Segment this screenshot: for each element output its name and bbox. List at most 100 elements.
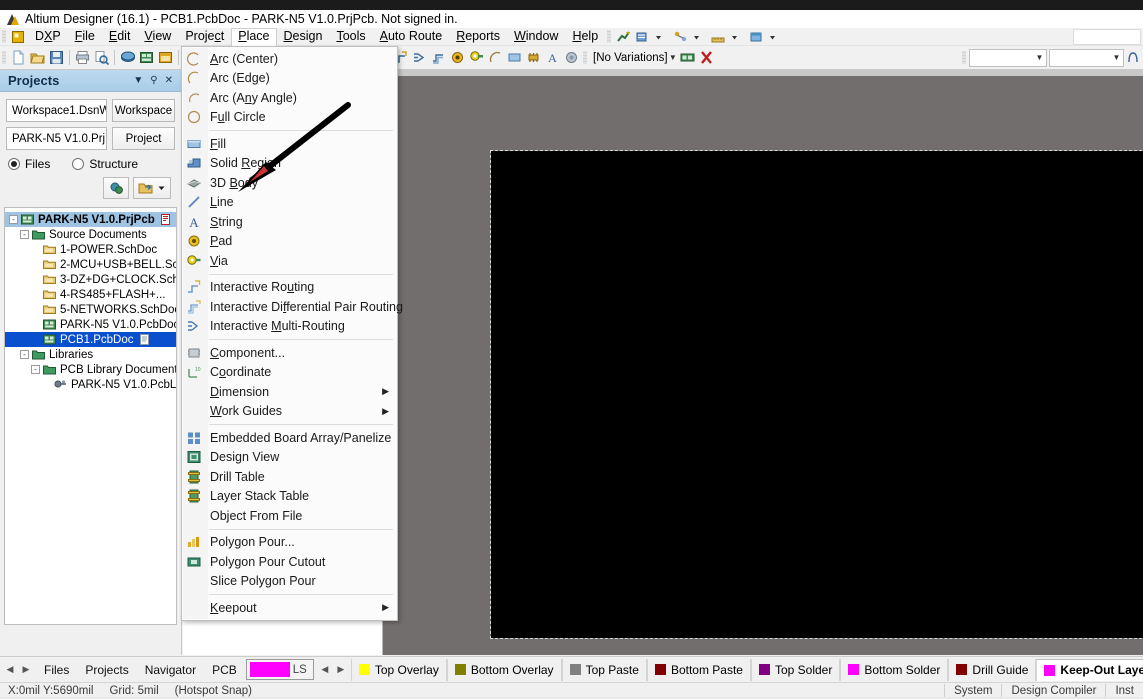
- menu-item-3d-body[interactable]: 3D Body: [182, 173, 397, 193]
- menu-item-keepout[interactable]: Keepout ▶: [182, 598, 397, 618]
- menu-item-via[interactable]: Via: [182, 251, 397, 271]
- layer-tab-drill-guide[interactable]: Drill Guide: [948, 658, 1037, 681]
- tree-item[interactable]: PARK-N5 V1.0.PcbLib: [5, 377, 176, 392]
- layer-selector[interactable]: LS: [245, 659, 314, 680]
- menu-item-arc-center[interactable]: Arc (Center): [182, 49, 397, 69]
- menu-project[interactable]: Project: [178, 28, 231, 46]
- tree-item[interactable]: - Source Documents: [5, 227, 176, 242]
- menu-design[interactable]: Design: [277, 28, 330, 46]
- menu-item-interactive-differential-pair-routing[interactable]: Interactive Differential Pair Routing: [182, 297, 403, 317]
- layer-next-icon[interactable]: ▶: [333, 661, 349, 679]
- open-project-button[interactable]: [133, 177, 171, 199]
- fill-icon[interactable]: [506, 49, 523, 66]
- nodes-icon[interactable]: [673, 30, 688, 44]
- diff-pair-routing-icon[interactable]: [430, 49, 447, 66]
- panel-tab-files[interactable]: Files: [36, 659, 77, 680]
- menu-item-solid-region[interactable]: Solid Region: [182, 154, 397, 174]
- radio-structure[interactable]: Structure: [72, 157, 138, 171]
- next-arrow-icon[interactable]: ▶: [18, 661, 34, 679]
- chevron-down-icon-3[interactable]: [730, 30, 745, 44]
- menu-view[interactable]: View: [137, 28, 178, 46]
- 3d-body-icon[interactable]: [563, 49, 580, 66]
- pcb-board-area[interactable]: [490, 150, 1143, 639]
- menu-item-arc-any-angle[interactable]: Arc (Any Angle): [182, 88, 397, 108]
- tree-item[interactable]: 2-MCU+USB+BELL.SchDoc: [5, 257, 176, 272]
- menu-reports[interactable]: Reports: [449, 28, 507, 46]
- radio-files[interactable]: Files: [8, 157, 50, 171]
- panel-tab-pcb[interactable]: PCB: [204, 659, 245, 680]
- tree-expander-icon[interactable]: -: [20, 230, 29, 239]
- tree-item[interactable]: 3-DZ+DG+CLOCK.SchDoc: [5, 272, 176, 287]
- tree-item[interactable]: - PARK-N5 V1.0.PrjPcb: [5, 212, 176, 227]
- component-icon[interactable]: [525, 49, 542, 66]
- menu-item-object-from-file[interactable]: Object From File: [182, 506, 397, 526]
- menu-item-coordinate[interactable]: 10 Coordinate: [182, 363, 397, 383]
- layer-tab-bottom-paste[interactable]: Bottom Paste: [646, 658, 751, 681]
- prev-arrow-icon[interactable]: ◀: [2, 661, 18, 679]
- project-select[interactable]: PARK-N5 V1.0.PrjPcb: [6, 127, 107, 150]
- layer-prev-icon[interactable]: ◀: [317, 661, 333, 679]
- new-document-icon[interactable]: [10, 49, 27, 66]
- tree-item[interactable]: 4-RS485+FLASH+...: [5, 287, 176, 302]
- layer-tab-keep-out-layer[interactable]: Keep-Out Layer: [1036, 658, 1143, 681]
- tree-item[interactable]: 1-POWER.SchDoc: [5, 242, 176, 257]
- chevron-down-icon-4[interactable]: [768, 30, 783, 44]
- list-icon[interactable]: [635, 30, 650, 44]
- menu-item-drill-table[interactable]: Drill Table: [182, 467, 397, 487]
- tree-item[interactable]: 5-NETWORKS.SchDoc: [5, 302, 176, 317]
- pad-icon[interactable]: [449, 49, 466, 66]
- panel-tab-navigator[interactable]: Navigator: [137, 659, 204, 680]
- status-design-compiler[interactable]: Design Compiler: [1002, 685, 1105, 697]
- menu-item-full-circle[interactable]: Full Circle: [182, 108, 397, 128]
- menu-item-line[interactable]: Line: [182, 193, 397, 213]
- variation-combo[interactable]: [No Variations] ▼: [590, 49, 678, 67]
- dropdown-icon[interactable]: ▼: [133, 75, 143, 86]
- project-tree[interactable]: - PARK-N5 V1.0.PrjPcb - Source Documents 1-P…: [4, 207, 177, 625]
- menu-place[interactable]: Place: [231, 27, 277, 46]
- open-schematic-icon[interactable]: [138, 49, 155, 66]
- arc-icon[interactable]: [487, 49, 504, 66]
- menu-tools[interactable]: Tools: [329, 28, 372, 46]
- workspace-button[interactable]: Workspace: [112, 99, 175, 122]
- chevron-down-icon[interactable]: [654, 30, 669, 44]
- string-icon[interactable]: A: [544, 49, 561, 66]
- workspace-select[interactable]: Workspace1.DsnWrk ▼: [6, 99, 107, 122]
- panel-tab-projects[interactable]: Projects: [77, 659, 136, 680]
- multi-routing-icon[interactable]: [411, 49, 428, 66]
- place-dropdown-menu[interactable]: Arc (Center) Arc (Edge) Arc (Any Angle) Ful…: [181, 46, 403, 621]
- board-3d-icon[interactable]: [119, 49, 136, 66]
- toolbar-grip-1[interactable]: [2, 51, 6, 64]
- chevron-down-icon[interactable]: ▼: [1110, 53, 1123, 62]
- save-icon[interactable]: [48, 49, 65, 66]
- menu-item-slice-polygon-pour[interactable]: Slice Polygon Pour: [182, 572, 397, 592]
- via-icon[interactable]: [468, 49, 485, 66]
- menu-item-component[interactable]: Component...: [182, 343, 397, 363]
- menu-item-polygon-pour-cutout[interactable]: Polygon Pour Cutout: [182, 552, 397, 572]
- menu-window[interactable]: Window: [507, 28, 565, 46]
- variant-manage-icon[interactable]: [679, 49, 696, 66]
- right-combo-1[interactable]: ▼: [969, 48, 1047, 67]
- menu-item-dimension[interactable]: Dimension ▶: [182, 382, 397, 402]
- menu-item-embedded-board-array-panelize[interactable]: Embedded Board Array/Panelize: [182, 428, 397, 448]
- toolbar-grip-3[interactable]: [583, 51, 587, 64]
- status-instruments[interactable]: Inst: [1106, 685, 1143, 697]
- layer-tab-top-paste[interactable]: Top Paste: [561, 658, 647, 681]
- chevron-down-icon-2[interactable]: [692, 30, 707, 44]
- menu-dxp[interactable]: DXP: [28, 28, 68, 46]
- menu-item-layer-stack-table[interactable]: Layer Stack Table: [182, 487, 397, 507]
- menubar-grip-2[interactable]: [607, 30, 612, 43]
- tree-expander-icon[interactable]: -: [9, 215, 18, 224]
- menu-item-pad[interactable]: Pad: [182, 232, 397, 252]
- open-folder-icon[interactable]: [29, 49, 46, 66]
- canvas-workspace-gray[interactable]: [383, 76, 1143, 655]
- layer-tab-bottom-overlay[interactable]: Bottom Overlay: [446, 658, 562, 681]
- variant-delete-icon[interactable]: [698, 49, 715, 66]
- open-pcb-icon[interactable]: [157, 49, 174, 66]
- right-combo-2[interactable]: ▼: [1049, 48, 1124, 67]
- chart-icon[interactable]: [616, 30, 631, 44]
- tree-expander-icon[interactable]: -: [20, 350, 29, 359]
- tree-item[interactable]: - Libraries: [5, 347, 176, 362]
- tree-item[interactable]: PARK-N5 V1.0.PcbDoc: [5, 317, 176, 332]
- menu-item-interactive-routing[interactable]: Interactive Routing: [182, 278, 397, 298]
- menu-edit[interactable]: Edit: [102, 28, 138, 46]
